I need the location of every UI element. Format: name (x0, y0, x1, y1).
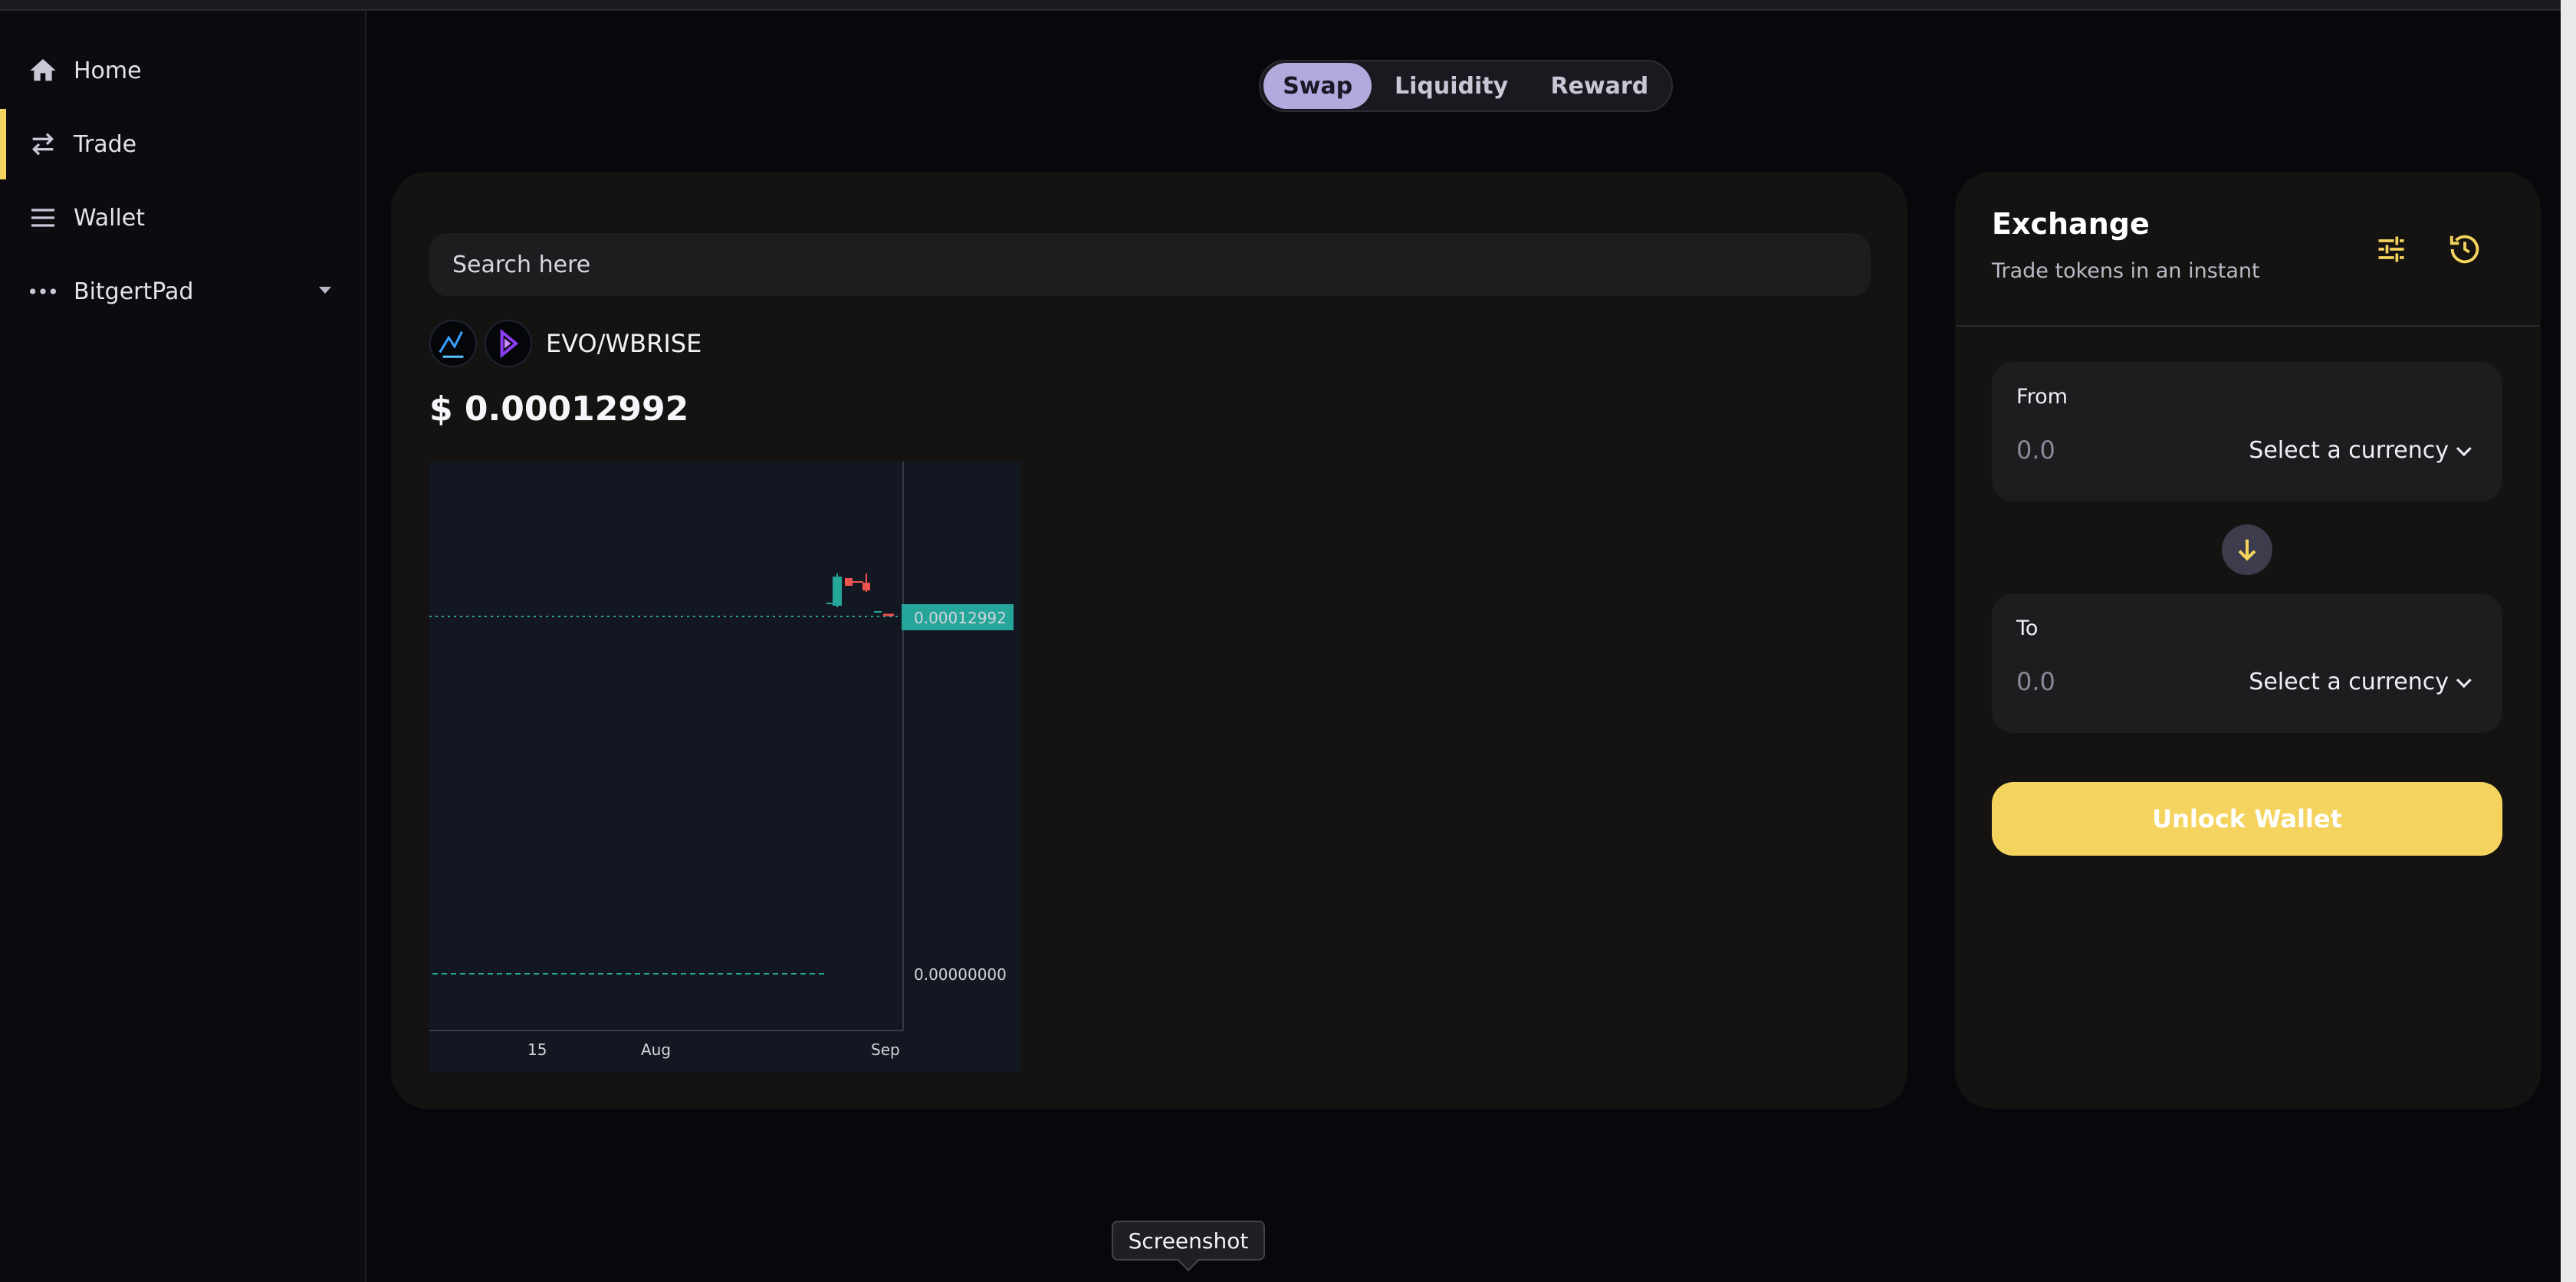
tab-reward[interactable]: Reward (1531, 63, 1668, 109)
zero-price-label: 0.00000000 (914, 965, 1007, 984)
sidebar-item-label: Wallet (74, 204, 146, 232)
sidebar-item-bitgertpad[interactable]: BitgertPad (0, 256, 365, 327)
sidebar-item-trade[interactable]: Trade (0, 109, 365, 179)
sidebar-item-home[interactable]: Home (0, 35, 365, 106)
candles (826, 574, 894, 616)
token-pair: EVO/WBRISE (429, 319, 702, 368)
evo-token-icon (429, 320, 477, 367)
x-tick-label: Aug (641, 1040, 671, 1059)
to-box: To 0.0 Select a currency (1992, 593, 2502, 733)
chart-svg: 0.00012992 0.00000000 15 Aug Sep (429, 462, 1014, 1059)
search-input[interactable] (429, 233, 1871, 296)
sidebar-item-wallet[interactable]: Wallet (0, 182, 365, 253)
x-tick-label: 15 (527, 1040, 547, 1059)
chevron-down-icon (2456, 440, 2472, 456)
candle-down (845, 578, 853, 586)
sidebar-item-label: Home (74, 57, 142, 84)
exchange-subtitle: Trade tokens in an instant (1992, 259, 2260, 283)
from-label: From (2016, 385, 2068, 409)
menu-lines-icon (26, 201, 60, 235)
chevron-down-icon (2456, 672, 2472, 688)
tab-bar: Swap Liquidity Reward (1259, 60, 1673, 112)
from-box: From 0.0 Select a currency (1992, 362, 2502, 501)
pair-name: EVO/WBRISE (546, 329, 702, 358)
sidebar: Home Trade Wallet BitgertPad (0, 11, 366, 1282)
price-chart[interactable]: 0.00012992 0.00000000 15 Aug Sep (429, 462, 1021, 1072)
settings-sliders-icon[interactable] (2371, 228, 2412, 270)
tooltip: Screenshot (1112, 1221, 1265, 1261)
from-currency-label: Select a currency (2249, 437, 2449, 464)
candle-down (863, 583, 870, 590)
tab-liquidity[interactable]: Liquidity (1372, 63, 1530, 109)
more-dots-icon (26, 274, 60, 308)
x-tick-label: Sep (871, 1040, 900, 1059)
to-label: To (2016, 616, 2039, 640)
caret-down-icon[interactable] (319, 287, 331, 294)
sidebar-item-label: BitgertPad (74, 278, 194, 305)
sidebar-item-label: Trade (74, 130, 137, 158)
last-price-label: 0.00012992 (914, 609, 1007, 627)
wbrise-token-icon (485, 320, 532, 367)
window-top-bar (0, 0, 2561, 11)
to-currency-select[interactable]: Select a currency (2249, 669, 2472, 695)
page-scrollbar[interactable] (2561, 0, 2576, 1282)
from-amount-input[interactable]: 0.0 (2016, 436, 2200, 465)
from-currency-select[interactable]: Select a currency (2249, 437, 2472, 464)
switch-direction-button[interactable] (2222, 524, 2272, 575)
unlock-wallet-button[interactable]: Unlock Wallet (1992, 782, 2502, 856)
exchange-divider (1957, 325, 2539, 327)
exchange-title: Exchange (1992, 207, 2150, 241)
pair-price: $ 0.00012992 (429, 390, 689, 429)
tab-swap[interactable]: Swap (1263, 63, 1372, 109)
arrow-down-icon (2238, 539, 2256, 561)
candle-up (833, 577, 842, 606)
swap-arrows-icon (26, 127, 60, 161)
home-icon (26, 54, 60, 87)
history-icon[interactable] (2444, 228, 2486, 270)
to-currency-label: Select a currency (2249, 669, 2449, 695)
to-amount-input[interactable]: 0.0 (2016, 667, 2200, 696)
